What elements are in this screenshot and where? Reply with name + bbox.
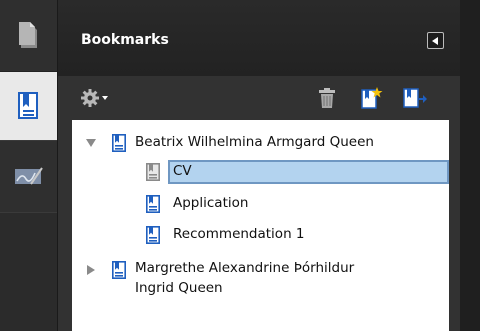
bookmark-item[interactable]: Application xyxy=(72,191,449,217)
expand-bookmark-button[interactable] xyxy=(403,86,427,110)
bookmark-icon xyxy=(146,195,160,213)
pages-icon xyxy=(18,21,37,48)
bookmarks-icon xyxy=(17,92,38,119)
bookmark-label: Recommendation 1 xyxy=(173,226,305,242)
bookmark-label: Application xyxy=(173,195,249,211)
new-bookmark-button[interactable] xyxy=(361,86,383,110)
collapse-panel-button[interactable] xyxy=(427,32,444,49)
delete-bookmark-button[interactable] xyxy=(317,86,337,110)
expand-bookmark-icon xyxy=(403,88,427,108)
navigation-rail xyxy=(0,0,57,331)
bookmark-item[interactable]: Beatrix Wilhelmina Armgard Queen xyxy=(72,130,449,156)
bookmark-icon xyxy=(112,134,126,152)
bookmark-item[interactable]: Margrethe Alexandrine Þórhildur Ingrid Q… xyxy=(72,258,449,306)
panel-header: Bookmarks xyxy=(58,0,461,76)
right-gutter xyxy=(460,0,480,331)
new-bookmark-icon xyxy=(361,87,383,109)
bookmark-icon xyxy=(146,226,160,244)
expanded-triangle-icon[interactable] xyxy=(86,138,96,148)
delete-trash-icon xyxy=(319,88,335,108)
signature-icon xyxy=(14,166,43,185)
rail-divider xyxy=(0,212,57,213)
bookmarks-tree: Beatrix Wilhelmina Armgard Queen CV Appl… xyxy=(72,120,449,331)
bookmark-label-line1: Margrethe Alexandrine Þórhildur xyxy=(135,260,355,276)
panel-title: Bookmarks xyxy=(81,32,169,48)
bookmark-item-selected[interactable]: CV xyxy=(72,159,449,185)
signature-rail-button[interactable] xyxy=(0,140,57,212)
pages-rail-button[interactable] xyxy=(0,0,57,72)
bookmarks-toolbar xyxy=(58,76,461,120)
bookmark-icon xyxy=(112,261,126,279)
bookmark-label: Beatrix Wilhelmina Armgard Queen xyxy=(135,134,374,150)
bookmarks-panel: Bookmarks Beatrix Wilhelmina Armgard Que… xyxy=(57,0,461,331)
bookmarks-rail-button[interactable] xyxy=(0,72,57,140)
bookmark-label-line2: Ingrid Queen xyxy=(135,280,223,296)
collapse-panel-icon xyxy=(432,36,438,45)
bookmark-item[interactable]: Recommendation 1 xyxy=(72,222,449,248)
collapsed-triangle-icon[interactable] xyxy=(86,265,96,275)
bookmark-label: CV xyxy=(173,163,192,179)
options-gear-icon xyxy=(81,89,108,107)
options-menu-button[interactable] xyxy=(80,86,110,110)
bookmark-icon xyxy=(146,163,160,181)
